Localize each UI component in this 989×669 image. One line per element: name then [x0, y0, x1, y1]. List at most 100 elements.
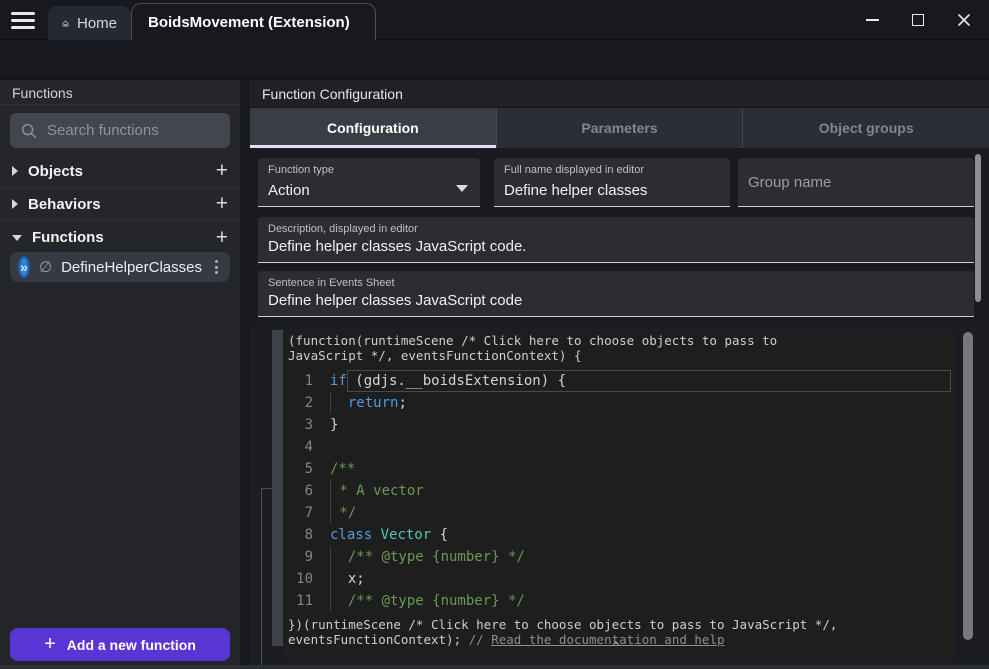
search-functions-input[interactable] — [47, 122, 217, 139]
line-number: 5 — [288, 458, 330, 480]
line-number: 4 — [288, 436, 330, 458]
code-line[interactable]: 8class Vector { — [288, 524, 955, 546]
add-new-function-button[interactable]: + Add a new function — [10, 628, 230, 661]
search-functions-box[interactable] — [10, 113, 230, 148]
code-line-content: /** @type {number} */ — [330, 546, 525, 568]
window-maximize-button[interactable] — [895, 0, 941, 40]
line-number: 11 — [288, 590, 330, 612]
chevron-right-icon[interactable] — [12, 166, 18, 176]
gdevelop-window: Home BoidsMovement (Extension) Preview — [0, 0, 989, 669]
code-line-content: */ — [330, 502, 356, 524]
configuration-form: Function type Action Full name displayed… — [250, 148, 989, 325]
code-line-content: class Vector { — [330, 524, 448, 546]
code-line-content: } — [330, 414, 338, 436]
code-line[interactable]: 3} — [288, 414, 955, 436]
sentence-field[interactable]: Sentence in Events Sheet Define helper c… — [258, 271, 974, 317]
javascript-code-event[interactable]: (function(runtimeScene /* Click here to … — [283, 330, 955, 662]
code-line[interactable]: 5/** — [288, 458, 955, 480]
description-field[interactable]: Description, displayed in editor Define … — [258, 217, 974, 263]
code-footer-signature[interactable]: })(runtimeScene /* Click here to choose … — [288, 617, 955, 647]
code-header-line: (function(runtimeScene /* Click here to … — [288, 333, 955, 348]
full-name-value: Define helper classes — [504, 182, 647, 199]
code-line[interactable]: 1if (gdjs.__boidsExtension) { — [288, 370, 955, 392]
menu-icon[interactable] — [11, 12, 35, 29]
window-tab-bar: Home BoidsMovement (Extension) — [0, 0, 989, 40]
documentation-link[interactable]: Read the documentation and help — [491, 632, 724, 647]
code-header-signature[interactable]: (function(runtimeScene /* Click here to … — [288, 333, 955, 363]
add-function-icon[interactable]: + — [216, 229, 228, 247]
tab-home-label: Home — [77, 15, 117, 32]
line-number: 7 — [288, 502, 330, 524]
main-toolbar: Preview Share — [0, 40, 989, 79]
events-sheet-area: (function(runtimeScene /* Click here to … — [250, 325, 989, 669]
tab-active-label: BoidsMovement (Extension) — [148, 14, 350, 31]
section-label: Behaviors — [28, 196, 101, 213]
line-number: 2 — [288, 392, 330, 414]
configuration-tabs: Configuration Parameters Object groups — [250, 108, 989, 148]
function-type-value: Action — [268, 182, 310, 199]
search-icon — [20, 122, 38, 140]
section-label: Objects — [28, 163, 83, 180]
sidebar-section-objects[interactable]: Objects + — [0, 155, 240, 188]
function-configuration-title: Function Configuration — [250, 80, 989, 108]
function-item-label: DefineHelperClasses — [61, 259, 202, 276]
home-icon — [62, 15, 69, 32]
plus-icon: + — [44, 633, 56, 656]
chevron-down-icon[interactable] — [12, 235, 22, 241]
event-indent-guide — [261, 488, 272, 489]
close-icon — [957, 13, 971, 27]
add-behavior-icon[interactable]: + — [216, 195, 228, 213]
code-line-content: return; — [330, 392, 407, 414]
functions-sidebar: Functions Objects + Behaviors + Function… — [0, 80, 240, 669]
group-name-input[interactable] — [748, 158, 964, 206]
tab-boidsmovement[interactable]: BoidsMovement (Extension) — [131, 3, 376, 40]
event-selection-rail[interactable] — [272, 330, 283, 646]
code-line[interactable]: 9 /** @type {number} */ — [288, 546, 955, 568]
code-line[interactable]: 4 — [288, 436, 955, 458]
code-lines[interactable]: 1if (gdjs.__boidsExtension) {2 return;3}… — [288, 370, 955, 612]
config-scrollbar[interactable] — [975, 154, 981, 302]
dropdown-arrow-icon — [456, 185, 468, 192]
tab-home[interactable]: Home — [48, 6, 131, 40]
line-number: 9 — [288, 546, 330, 568]
event-indent-guide — [261, 488, 262, 669]
code-line[interactable]: 11 /** @type {number} */ — [288, 590, 955, 612]
code-line-content: /** — [330, 458, 355, 480]
function-item-definehelperclasses[interactable]: » ∅ DefineHelperClasses — [10, 252, 230, 282]
add-new-function-label: Add a new function — [67, 637, 196, 653]
add-object-icon[interactable]: + — [216, 162, 228, 180]
code-line[interactable]: 10 x; — [288, 568, 955, 590]
empty-set-icon: ∅ — [39, 258, 52, 276]
window-close-button[interactable] — [941, 0, 987, 40]
group-name-field[interactable] — [738, 158, 974, 207]
function-action-icon: » — [18, 256, 30, 278]
description-label: Description, displayed in editor — [268, 223, 418, 235]
code-footer-line: })(runtimeScene /* Click here to choose … — [288, 617, 955, 632]
tab-configuration[interactable]: Configuration — [250, 108, 497, 148]
window-minimize-button[interactable] — [849, 0, 895, 40]
code-header-line: JavaScript */, eventsFunctionContext) { — [288, 348, 955, 363]
code-line-content: /** @type {number} */ — [330, 590, 525, 612]
section-label: Functions — [32, 229, 104, 246]
tab-parameters[interactable]: Parameters — [497, 108, 744, 148]
maximize-icon — [912, 14, 924, 26]
code-scrollbar[interactable] — [963, 332, 973, 640]
chevron-right-icon[interactable] — [12, 199, 18, 209]
scroll-down-hint[interactable]: ^ — [612, 640, 620, 655]
window-bottom-edge — [0, 665, 989, 669]
code-line-content: * A vector — [330, 480, 424, 502]
sidebar-section-functions[interactable]: Functions + — [0, 221, 240, 254]
full-name-label: Full name displayed in editor — [504, 164, 644, 176]
tab-object-groups[interactable]: Object groups — [743, 108, 989, 148]
code-line[interactable]: 2 return; — [288, 392, 955, 414]
function-type-select[interactable]: Function type Action — [258, 158, 480, 207]
line-number: 10 — [288, 568, 330, 590]
item-menu-icon[interactable] — [211, 256, 222, 278]
sidebar-section-behaviors[interactable]: Behaviors + — [0, 188, 240, 221]
sentence-value: Define helper classes JavaScript code — [268, 292, 522, 309]
code-footer-line: eventsFunctionContext); // Read the docu… — [288, 632, 955, 647]
code-line[interactable]: 7 */ — [288, 502, 955, 524]
line-number: 8 — [288, 524, 330, 546]
code-line[interactable]: 6 * A vector — [288, 480, 955, 502]
full-name-field[interactable]: Full name displayed in editor Define hel… — [494, 158, 730, 207]
